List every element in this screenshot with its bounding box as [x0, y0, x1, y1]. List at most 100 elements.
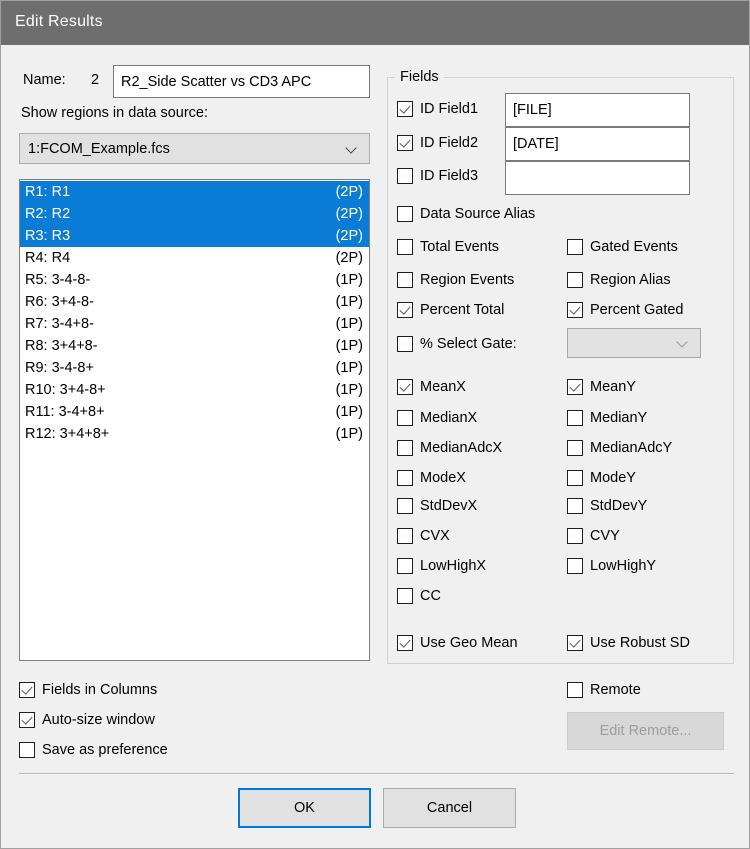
checkbox-label: ID Field2 — [420, 135, 478, 151]
checkbox-gated-events[interactable]: Gated Events — [567, 239, 678, 255]
checkbox-box-icon — [567, 528, 583, 544]
checkbox-lowhigh-x[interactable]: LowHighX — [397, 558, 486, 574]
checkbox-label: Use Geo Mean — [420, 635, 518, 651]
checkbox-box-icon — [397, 470, 413, 486]
checkbox-mode-x[interactable]: ModeX — [397, 470, 466, 486]
region-list-item[interactable]: R11: 3-4+8+ (1P) — [20, 401, 369, 423]
id-field3-input[interactable] — [505, 161, 690, 195]
checkbox-use-robust-sd[interactable]: Use Robust SD — [567, 635, 690, 651]
checkbox-save-as-preference[interactable]: Save as preference — [19, 742, 168, 758]
cancel-button[interactable]: Cancel — [383, 788, 516, 828]
title-bar: Edit Results — [1, 1, 750, 45]
checkbox-auto-size-window[interactable]: Auto-size window — [19, 712, 155, 728]
checkbox-box-icon — [397, 239, 413, 255]
window-title: Edit Results — [15, 13, 103, 31]
checkbox-lowhigh-y[interactable]: LowHighY — [567, 558, 656, 574]
checkbox-median-adc-x[interactable]: MedianAdcX — [397, 440, 502, 456]
checkbox-label: StdDevY — [590, 498, 647, 514]
region-list[interactable]: R1: R1(2P)R2: R2(2P)R3: R3(2P)R4: R4(2P)… — [19, 179, 370, 661]
checkbox-remote[interactable]: Remote — [567, 682, 641, 698]
select-gate-dropdown[interactable] — [567, 328, 701, 358]
region-item-name: R10: 3+4-8+ — [25, 382, 106, 398]
edit-remote-button[interactable]: Edit Remote... — [567, 712, 724, 750]
region-list-item[interactable]: R1: R1(2P) — [20, 181, 369, 203]
checkbox-label: CVY — [590, 528, 620, 544]
checkbox-data-source-alias[interactable]: Data Source Alias — [397, 206, 535, 222]
region-item-name: R9: 3-4-8+ — [25, 360, 94, 376]
region-list-item[interactable]: R4: R4(2P) — [20, 247, 369, 269]
checkbox-label: Data Source Alias — [420, 206, 535, 222]
region-list-item[interactable]: R6: 3+4-8-(1P) — [20, 291, 369, 313]
checkbox-stddev-y[interactable]: StdDevY — [567, 498, 647, 514]
checkbox-cv-y[interactable]: CVY — [567, 528, 620, 544]
checkbox-percent-gated[interactable]: Percent Gated — [567, 302, 684, 318]
checkbox-fields-in-columns[interactable]: Fields in Columns — [19, 682, 157, 698]
checkbox-mean-y[interactable]: MeanY — [567, 379, 636, 395]
region-item-name: R8: 3+4+8- — [25, 338, 98, 354]
checkbox-box-icon — [397, 558, 413, 574]
checkbox-box-icon — [567, 558, 583, 574]
checkbox-label: MedianY — [590, 410, 647, 426]
data-source-select[interactable]: 1:FCOM_Example.fcs — [19, 133, 370, 164]
id-field2-input[interactable] — [505, 127, 690, 161]
chevron-down-icon — [676, 336, 690, 350]
checkbox-id-field1[interactable]: ID Field1 — [397, 101, 478, 117]
region-item-name: R11: 3-4+8+ — [25, 404, 105, 420]
checkbox-percent-total[interactable]: Percent Total — [397, 302, 504, 318]
checkbox-label: Fields in Columns — [42, 682, 157, 698]
checkbox-cc[interactable]: CC — [397, 588, 441, 604]
checkbox-box-icon — [397, 336, 413, 352]
checkbox-label: ModeX — [420, 470, 466, 486]
checkbox-label: MeanY — [590, 379, 636, 395]
checkbox-mode-y[interactable]: ModeY — [567, 470, 636, 486]
chevron-down-icon — [345, 142, 359, 156]
checkbox-label: ID Field3 — [420, 168, 478, 184]
region-item-name: R2: R2 — [25, 206, 70, 222]
region-list-item[interactable]: R10: 3+4-8+(1P) — [20, 379, 369, 401]
checkbox-box-icon — [397, 410, 413, 426]
checkbox-mean-x[interactable]: MeanX — [397, 379, 466, 395]
checkbox-box-icon — [397, 635, 413, 651]
checkbox-region-alias[interactable]: Region Alias — [567, 272, 671, 288]
checkbox-percent-select-gate[interactable]: % Select Gate: — [397, 336, 517, 352]
region-item-points: (1P) — [336, 360, 363, 376]
checkbox-id-field2[interactable]: ID Field2 — [397, 135, 478, 151]
checkbox-median-adc-y[interactable]: MedianAdcY — [567, 440, 672, 456]
region-list-item[interactable]: R7: 3-4+8-(1P) — [20, 313, 369, 335]
id-field1-input[interactable] — [505, 93, 690, 127]
name-input[interactable] — [113, 65, 370, 98]
region-item-name: R7: 3-4+8- — [25, 316, 94, 332]
checkbox-id-field3[interactable]: ID Field3 — [397, 168, 478, 184]
region-list-item[interactable]: R8: 3+4+8-(1P) — [20, 335, 369, 357]
checkbox-label: MedianX — [420, 410, 477, 426]
region-list-item[interactable]: R3: R3(2P) — [20, 225, 369, 247]
region-item-points: (1P) — [336, 404, 363, 420]
checkbox-label: CC — [420, 588, 441, 604]
region-item-points: (1P) — [336, 294, 363, 310]
checkbox-box-icon — [567, 498, 583, 514]
checkbox-cv-x[interactable]: CVX — [397, 528, 450, 544]
checkbox-median-y[interactable]: MedianY — [567, 410, 647, 426]
checkbox-box-icon — [567, 379, 583, 395]
checkbox-box-icon — [397, 272, 413, 288]
region-list-item[interactable]: R9: 3-4-8+ (1P) — [20, 357, 369, 379]
name-index: 2 — [91, 72, 99, 88]
checkbox-box-icon — [397, 101, 413, 117]
checkbox-label: LowHighY — [590, 558, 656, 574]
checkbox-box-icon — [567, 239, 583, 255]
region-list-item[interactable]: R12: 3+4+8+(1P) — [20, 423, 369, 445]
checkbox-total-events[interactable]: Total Events — [397, 239, 499, 255]
ok-button[interactable]: OK — [238, 788, 371, 828]
region-list-item[interactable]: R2: R2(2P) — [20, 203, 369, 225]
checkbox-stddev-x[interactable]: StdDevX — [397, 498, 477, 514]
checkbox-label: Percent Total — [420, 302, 504, 318]
checkbox-region-events[interactable]: Region Events — [397, 272, 514, 288]
checkbox-median-x[interactable]: MedianX — [397, 410, 477, 426]
checkbox-label: ModeY — [590, 470, 636, 486]
region-item-name: R12: 3+4+8+ — [25, 426, 109, 442]
checkbox-use-geo-mean[interactable]: Use Geo Mean — [397, 635, 518, 651]
region-list-item[interactable]: R5: 3-4-8-(1P) — [20, 269, 369, 291]
checkbox-label: Percent Gated — [590, 302, 684, 318]
checkbox-box-icon — [567, 302, 583, 318]
checkbox-label: Use Robust SD — [590, 635, 690, 651]
